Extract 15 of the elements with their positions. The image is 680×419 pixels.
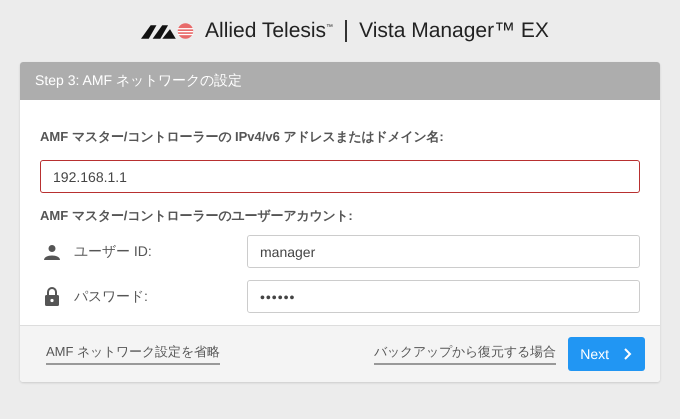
password-field[interactable]: ••••••: [247, 280, 640, 313]
panel-title: Step 3: AMF ネットワークの設定: [35, 72, 242, 90]
user-id-field[interactable]: manager: [247, 235, 640, 268]
lock-icon: [45, 287, 59, 306]
field-label: パスワード:: [74, 288, 149, 306]
product-name: Vista Manager™ EX: [359, 19, 549, 43]
section-label: AMF マスター/コントローラーのユーザーアカウント:: [40, 207, 354, 225]
brand-name: Allied Telesis$^{™}$: [205, 19, 334, 43]
field-label: AMF マスター/コントローラーの IPv4/v6 アドレスまたはドメイン名:: [40, 128, 445, 146]
restore-link[interactable]: バックアップから復元する場合: [374, 343, 556, 365]
chevron-right-icon: [623, 347, 633, 361]
address-field[interactable]: 192.168.1.1: [40, 160, 640, 193]
skip-link[interactable]: AMF ネットワーク設定を省略: [46, 343, 220, 365]
field-label: ユーザー ID:: [74, 242, 153, 260]
user-icon: [44, 244, 60, 260]
